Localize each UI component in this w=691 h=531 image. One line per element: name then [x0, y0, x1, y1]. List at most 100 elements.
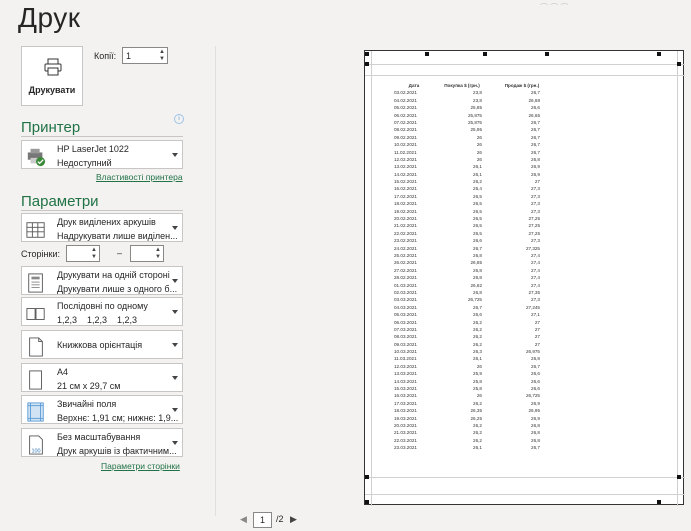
spin-arrows-icon[interactable]: ▲ ▼	[159, 49, 165, 63]
cell-buy: 25,95	[470, 127, 483, 133]
cell-buy: 26,5	[473, 201, 482, 207]
copies-stepper[interactable]: 1 ▲ ▼	[122, 47, 168, 64]
cell-sell: 26,9	[531, 400, 540, 406]
cell-sell: 26,6	[531, 378, 540, 384]
print-button[interactable]: Друкувати	[21, 46, 83, 106]
cell-buy: 26,4	[473, 186, 482, 192]
margin-handle[interactable]	[677, 62, 681, 66]
cell-date: 28.02.2021	[394, 275, 417, 281]
cell-buy: 26,1	[473, 164, 482, 170]
cell-date: 05.02.2021	[394, 105, 417, 111]
cell-sell: 26,9	[531, 171, 540, 177]
pages-from-input[interactable]: ▲ ▼	[66, 245, 100, 262]
page-setup-link[interactable]: Параметри сторінки	[101, 461, 180, 471]
margin-handle[interactable]	[365, 52, 369, 56]
cell-buy: 26,5	[473, 216, 482, 222]
cell-buy: 25,9	[473, 371, 482, 377]
printer-properties-link[interactable]: Властивості принтера	[96, 172, 183, 182]
paper-line1: A4	[57, 367, 69, 377]
prev-page-icon[interactable]: ◀	[240, 514, 247, 525]
spin-arrows-icon[interactable]: ▲ ▼	[91, 247, 97, 261]
cell-date: 19.02.2021	[394, 208, 417, 214]
cell-sell: 26,9	[531, 415, 540, 421]
header-date: Дата	[408, 83, 420, 88]
collate-select[interactable]: Послідовні по одному 1,2,3 1,2,3 1,2,3	[21, 297, 183, 326]
chevron-down-icon	[172, 376, 178, 380]
cell-buy: 26,6	[473, 238, 482, 244]
print-preview-page: Дата Покупка $ (грн.) Продаж $ (грн.) 03…	[364, 50, 685, 506]
cell-buy: 25,85	[470, 105, 483, 111]
cell-date: 14.03.2021	[394, 378, 417, 384]
current-page-input[interactable]: 1	[253, 512, 272, 528]
cell-buy: 26,7	[473, 245, 482, 251]
sides-select[interactable]: Друкувати на одній стороні Друкувати лиш…	[21, 266, 183, 295]
pages-to-input[interactable]: ▲ ▼	[130, 245, 164, 262]
paper-size-select[interactable]: A4 21 см x 29,7 см	[21, 363, 183, 392]
spin-arrows-icon[interactable]: ▲ ▼	[155, 247, 161, 261]
cell-sell: 26,7	[531, 445, 540, 451]
cell-sell: 27,3	[531, 297, 540, 303]
margin-handle[interactable]	[657, 500, 661, 504]
printer-status: Недоступний	[57, 158, 112, 168]
cell-sell: 27,3	[531, 238, 540, 244]
cell-sell: 27,3	[531, 186, 540, 192]
decorative-arc-icon: ⌒ ⌒ ⌒	[540, 3, 569, 12]
margin-handle[interactable]	[677, 475, 681, 479]
cell-buy: 25,875	[467, 112, 482, 118]
orientation-select[interactable]: Книжкова орієнтація	[21, 330, 183, 359]
print-what-select[interactable]: Друк виділених аркушів Надрукувати лише …	[21, 213, 183, 242]
next-page-icon[interactable]: ▶	[290, 514, 297, 525]
pages-dash: –	[117, 248, 123, 258]
cell-sell: 26,8	[531, 156, 540, 162]
margin-handle[interactable]	[365, 475, 369, 479]
cell-buy: 26,7	[473, 304, 482, 310]
scaling-select[interactable]: 100 Без масштабування Друк аркушів із фа…	[21, 428, 183, 457]
cell-buy: 26,8	[473, 275, 482, 281]
cell-buy: 26,5	[473, 230, 482, 236]
print-what-line2: Надрукувати лише виділен...	[57, 231, 178, 241]
cell-buy: 25,875	[467, 119, 482, 125]
cell-date: 20.03.2021	[394, 422, 417, 428]
cell-sell: 26,8	[531, 356, 540, 362]
cell-buy: 26,725	[467, 297, 482, 303]
cell-date: 22.03.2021	[394, 437, 417, 443]
margin-handle[interactable]	[425, 52, 429, 56]
margin-handle[interactable]	[483, 52, 487, 56]
cell-sell: 26,725	[525, 393, 540, 399]
margin-handle[interactable]	[365, 500, 369, 504]
collate-line2: 1,2,3 1,2,3 1,2,3	[57, 315, 138, 325]
margin-handle[interactable]	[657, 52, 661, 56]
cell-buy: 26,2	[473, 430, 482, 436]
cell-sell: 27	[534, 326, 540, 332]
cell-date: 20.02.2021	[394, 216, 417, 222]
cell-buy: 26,2	[473, 334, 482, 340]
cell-sell: 26,7	[531, 149, 540, 155]
cell-sell: 27,25	[528, 223, 541, 229]
cell-buy: 26,2	[473, 437, 482, 443]
margin-handle[interactable]	[545, 52, 549, 56]
info-icon[interactable]: i	[174, 114, 184, 124]
cell-buy: 26,8	[473, 267, 482, 273]
cell-buy: 26,2	[473, 422, 482, 428]
cell-buy: 26,25	[470, 415, 483, 421]
cell-date: 05.03.2021	[394, 312, 417, 318]
cell-buy: 26,5	[473, 208, 482, 214]
cell-buy: 26,85	[470, 260, 483, 266]
cell-date: 26.02.2021	[394, 260, 417, 266]
chevron-down-icon	[172, 153, 178, 157]
cell-date: 14.02.2021	[394, 171, 417, 177]
cell-sell: 26,6	[531, 371, 540, 377]
printer-select[interactable]: HP LaserJet 1022 Недоступний	[21, 140, 183, 169]
total-pages: /2	[276, 514, 284, 524]
collate-icon	[26, 308, 45, 320]
cell-sell: 26,7	[531, 90, 540, 96]
margins-select[interactable]: Звичайні поля Верхнє: 1,91 см; нижнє: 1,…	[21, 395, 183, 424]
cell-buy: 26,35	[470, 408, 483, 414]
cell-sell: 27	[534, 341, 540, 347]
cell-date: 09.02.2021	[394, 134, 417, 140]
margin-handle[interactable]	[365, 62, 369, 66]
cell-sell: 27	[534, 179, 540, 185]
cell-buy: 26,2	[473, 179, 482, 185]
cell-date: 03.03.2021	[394, 297, 417, 303]
sides-line1: Друкувати на одній стороні	[57, 270, 170, 280]
